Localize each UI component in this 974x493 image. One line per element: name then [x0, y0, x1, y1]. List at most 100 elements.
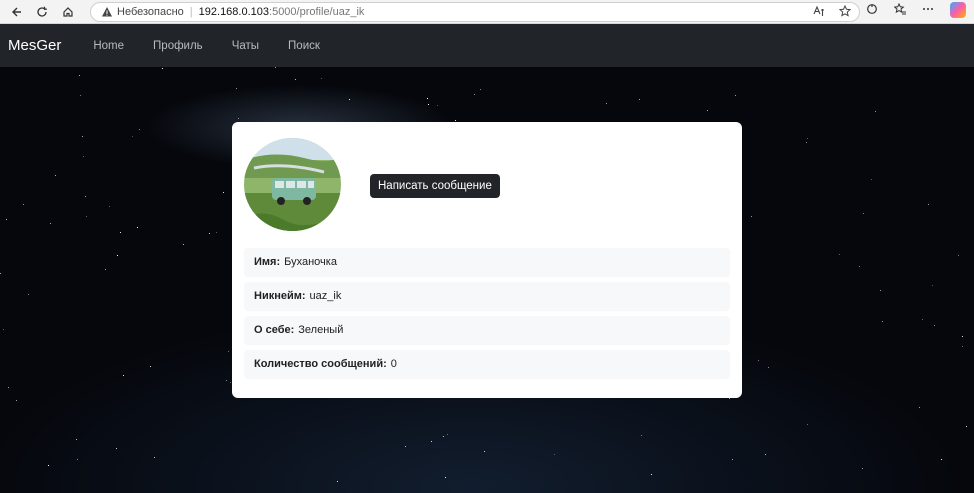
nav-link-profile[interactable]: Профиль: [153, 40, 203, 52]
profile-info-list: Имя: Буханочка Никнейм: uaz_ik О себе: З…: [244, 248, 730, 384]
warning-icon: [102, 7, 112, 17]
home-icon[interactable]: [58, 2, 78, 22]
star: [758, 360, 759, 361]
star: [209, 233, 210, 234]
star: [875, 111, 876, 112]
star: [123, 375, 124, 376]
star: [962, 336, 963, 337]
address-bar[interactable]: Небезопасно | 192.168.0.103:5000/profile…: [90, 2, 860, 22]
message-count-value: 0: [390, 358, 397, 370]
star: [150, 366, 151, 367]
star: [863, 213, 864, 214]
star: [82, 136, 83, 137]
info-row-nickname: Никнейм: uaz_ik: [244, 282, 730, 310]
url-path: :5000/profile/uaz_ik: [269, 6, 365, 18]
star: [639, 99, 640, 100]
address-separator: |: [189, 6, 193, 18]
star: [932, 285, 933, 286]
star: [86, 216, 87, 217]
star: [236, 88, 237, 89]
star: [183, 244, 184, 245]
star: [882, 321, 883, 322]
read-aloud-icon[interactable]: [813, 5, 825, 20]
star: [768, 367, 769, 368]
star: [80, 95, 81, 96]
star: [958, 255, 959, 256]
star: [455, 120, 456, 121]
star: [934, 325, 935, 326]
star: [83, 156, 84, 157]
star: [85, 196, 86, 197]
star: [641, 435, 642, 436]
star: [880, 290, 881, 291]
star: [447, 434, 448, 435]
star: [109, 206, 110, 207]
favorite-star-icon[interactable]: [838, 4, 852, 20]
star: [732, 459, 733, 460]
star: [443, 436, 444, 437]
star: [651, 474, 652, 475]
star: [919, 407, 920, 408]
app-navbar: MesGer Home Профиль Чаты Поиск: [0, 24, 974, 67]
name-value: Буханочка: [284, 256, 337, 268]
star: [216, 232, 217, 233]
star: [321, 78, 322, 79]
star: [735, 95, 736, 96]
star: [751, 216, 752, 217]
more-menu-icon[interactable]: [922, 3, 934, 18]
star: [3, 329, 4, 330]
star: [807, 138, 808, 139]
favorites-icon[interactable]: [893, 2, 906, 18]
star: [445, 477, 446, 478]
star: [76, 439, 77, 440]
nav-link-chats[interactable]: Чаты: [232, 40, 259, 52]
about-label: О себе:: [254, 324, 295, 336]
about-value: Зеленый: [298, 324, 344, 336]
star: [859, 266, 860, 267]
star: [966, 426, 967, 427]
star: [928, 204, 929, 205]
star: [862, 468, 863, 469]
star: [807, 424, 808, 425]
star: [729, 398, 730, 399]
send-message-button[interactable]: Написать сообщение: [370, 174, 500, 198]
star: [337, 481, 338, 482]
star: [139, 129, 140, 130]
star: [132, 136, 133, 137]
copilot-icon[interactable]: [950, 2, 966, 18]
profile-avatar: [244, 138, 341, 231]
star: [48, 465, 49, 466]
star: [226, 380, 227, 381]
star: [228, 351, 229, 352]
star: [137, 227, 138, 228]
star: [230, 382, 231, 383]
name-label: Имя:: [254, 256, 281, 268]
profile-card: Написать сообщение Имя: Буханочка Никней…: [232, 122, 742, 398]
star: [0, 273, 1, 274]
refresh-icon[interactable]: [32, 2, 52, 22]
star: [707, 110, 708, 111]
star: [55, 175, 56, 176]
star: [427, 98, 428, 99]
brand-logo[interactable]: MesGer: [8, 37, 61, 54]
star: [154, 457, 155, 458]
star: [275, 67, 276, 68]
star: [839, 254, 840, 255]
info-row-message-count: Количество сообщений: 0: [244, 350, 730, 378]
star: [554, 454, 555, 455]
star: [116, 448, 117, 449]
star: [117, 255, 118, 256]
nav-link-search[interactable]: Поиск: [288, 40, 320, 52]
star: [428, 104, 429, 105]
star: [606, 103, 607, 104]
star: [437, 105, 438, 106]
star: [962, 346, 963, 347]
star: [223, 192, 224, 193]
nickname-value: uaz_ik: [309, 290, 342, 302]
star: [6, 219, 7, 220]
star: [23, 204, 24, 205]
extensions-icon[interactable]: [866, 3, 878, 18]
back-icon[interactable]: [6, 2, 26, 22]
star: [162, 68, 163, 69]
nav-link-home[interactable]: Home: [93, 40, 124, 52]
